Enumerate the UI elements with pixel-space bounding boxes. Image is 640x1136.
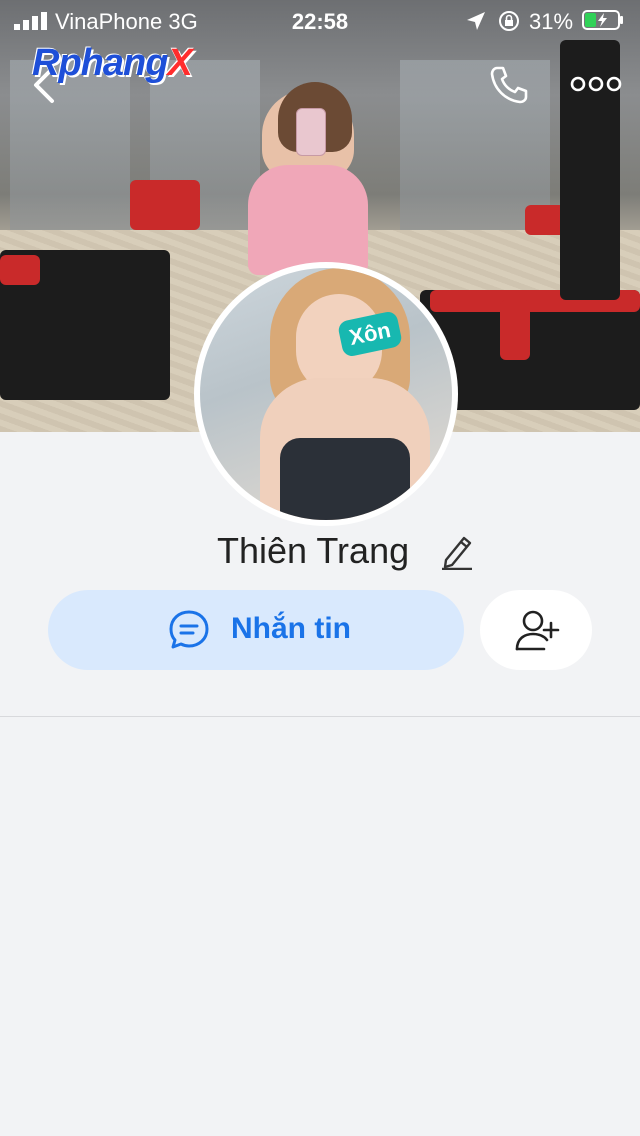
- gym-machine-red: [0, 255, 40, 285]
- message-button[interactable]: Nhắn tin: [48, 590, 464, 670]
- section-divider: [0, 716, 640, 717]
- more-dots-icon[interactable]: [570, 72, 622, 96]
- avatar-photo: Xôn: [200, 268, 452, 520]
- rotation-lock-icon: [499, 11, 519, 31]
- avatar-dress: [280, 438, 410, 520]
- battery-icon: [582, 10, 623, 30]
- battery-percent: 31%: [529, 9, 574, 34]
- cover-person-top: [248, 165, 368, 275]
- profile-name: Thiên Trang: [217, 530, 410, 571]
- watermark-logo: RphangX: [32, 42, 193, 85]
- location-arrow-icon: [467, 12, 485, 30]
- profile-name-row: Thiên Trang: [0, 530, 640, 574]
- message-button-label: Nhắn tin: [231, 612, 351, 645]
- gym-machine-red: [500, 300, 530, 360]
- watermark-text: Rphang: [32, 42, 168, 84]
- chat-bubble-icon: [169, 610, 209, 649]
- pencil-icon[interactable]: [440, 532, 474, 570]
- status-bar: VinaPhone 3G 22:58 31%: [0, 0, 640, 42]
- avatar[interactable]: Xôn: [194, 262, 458, 526]
- phone-icon[interactable]: [488, 64, 530, 106]
- cover-phone: [296, 108, 326, 156]
- add-user-icon: [515, 610, 560, 651]
- gym-machine-red: [130, 180, 200, 230]
- add-friend-button[interactable]: [480, 590, 592, 670]
- watermark-x: X: [167, 42, 192, 84]
